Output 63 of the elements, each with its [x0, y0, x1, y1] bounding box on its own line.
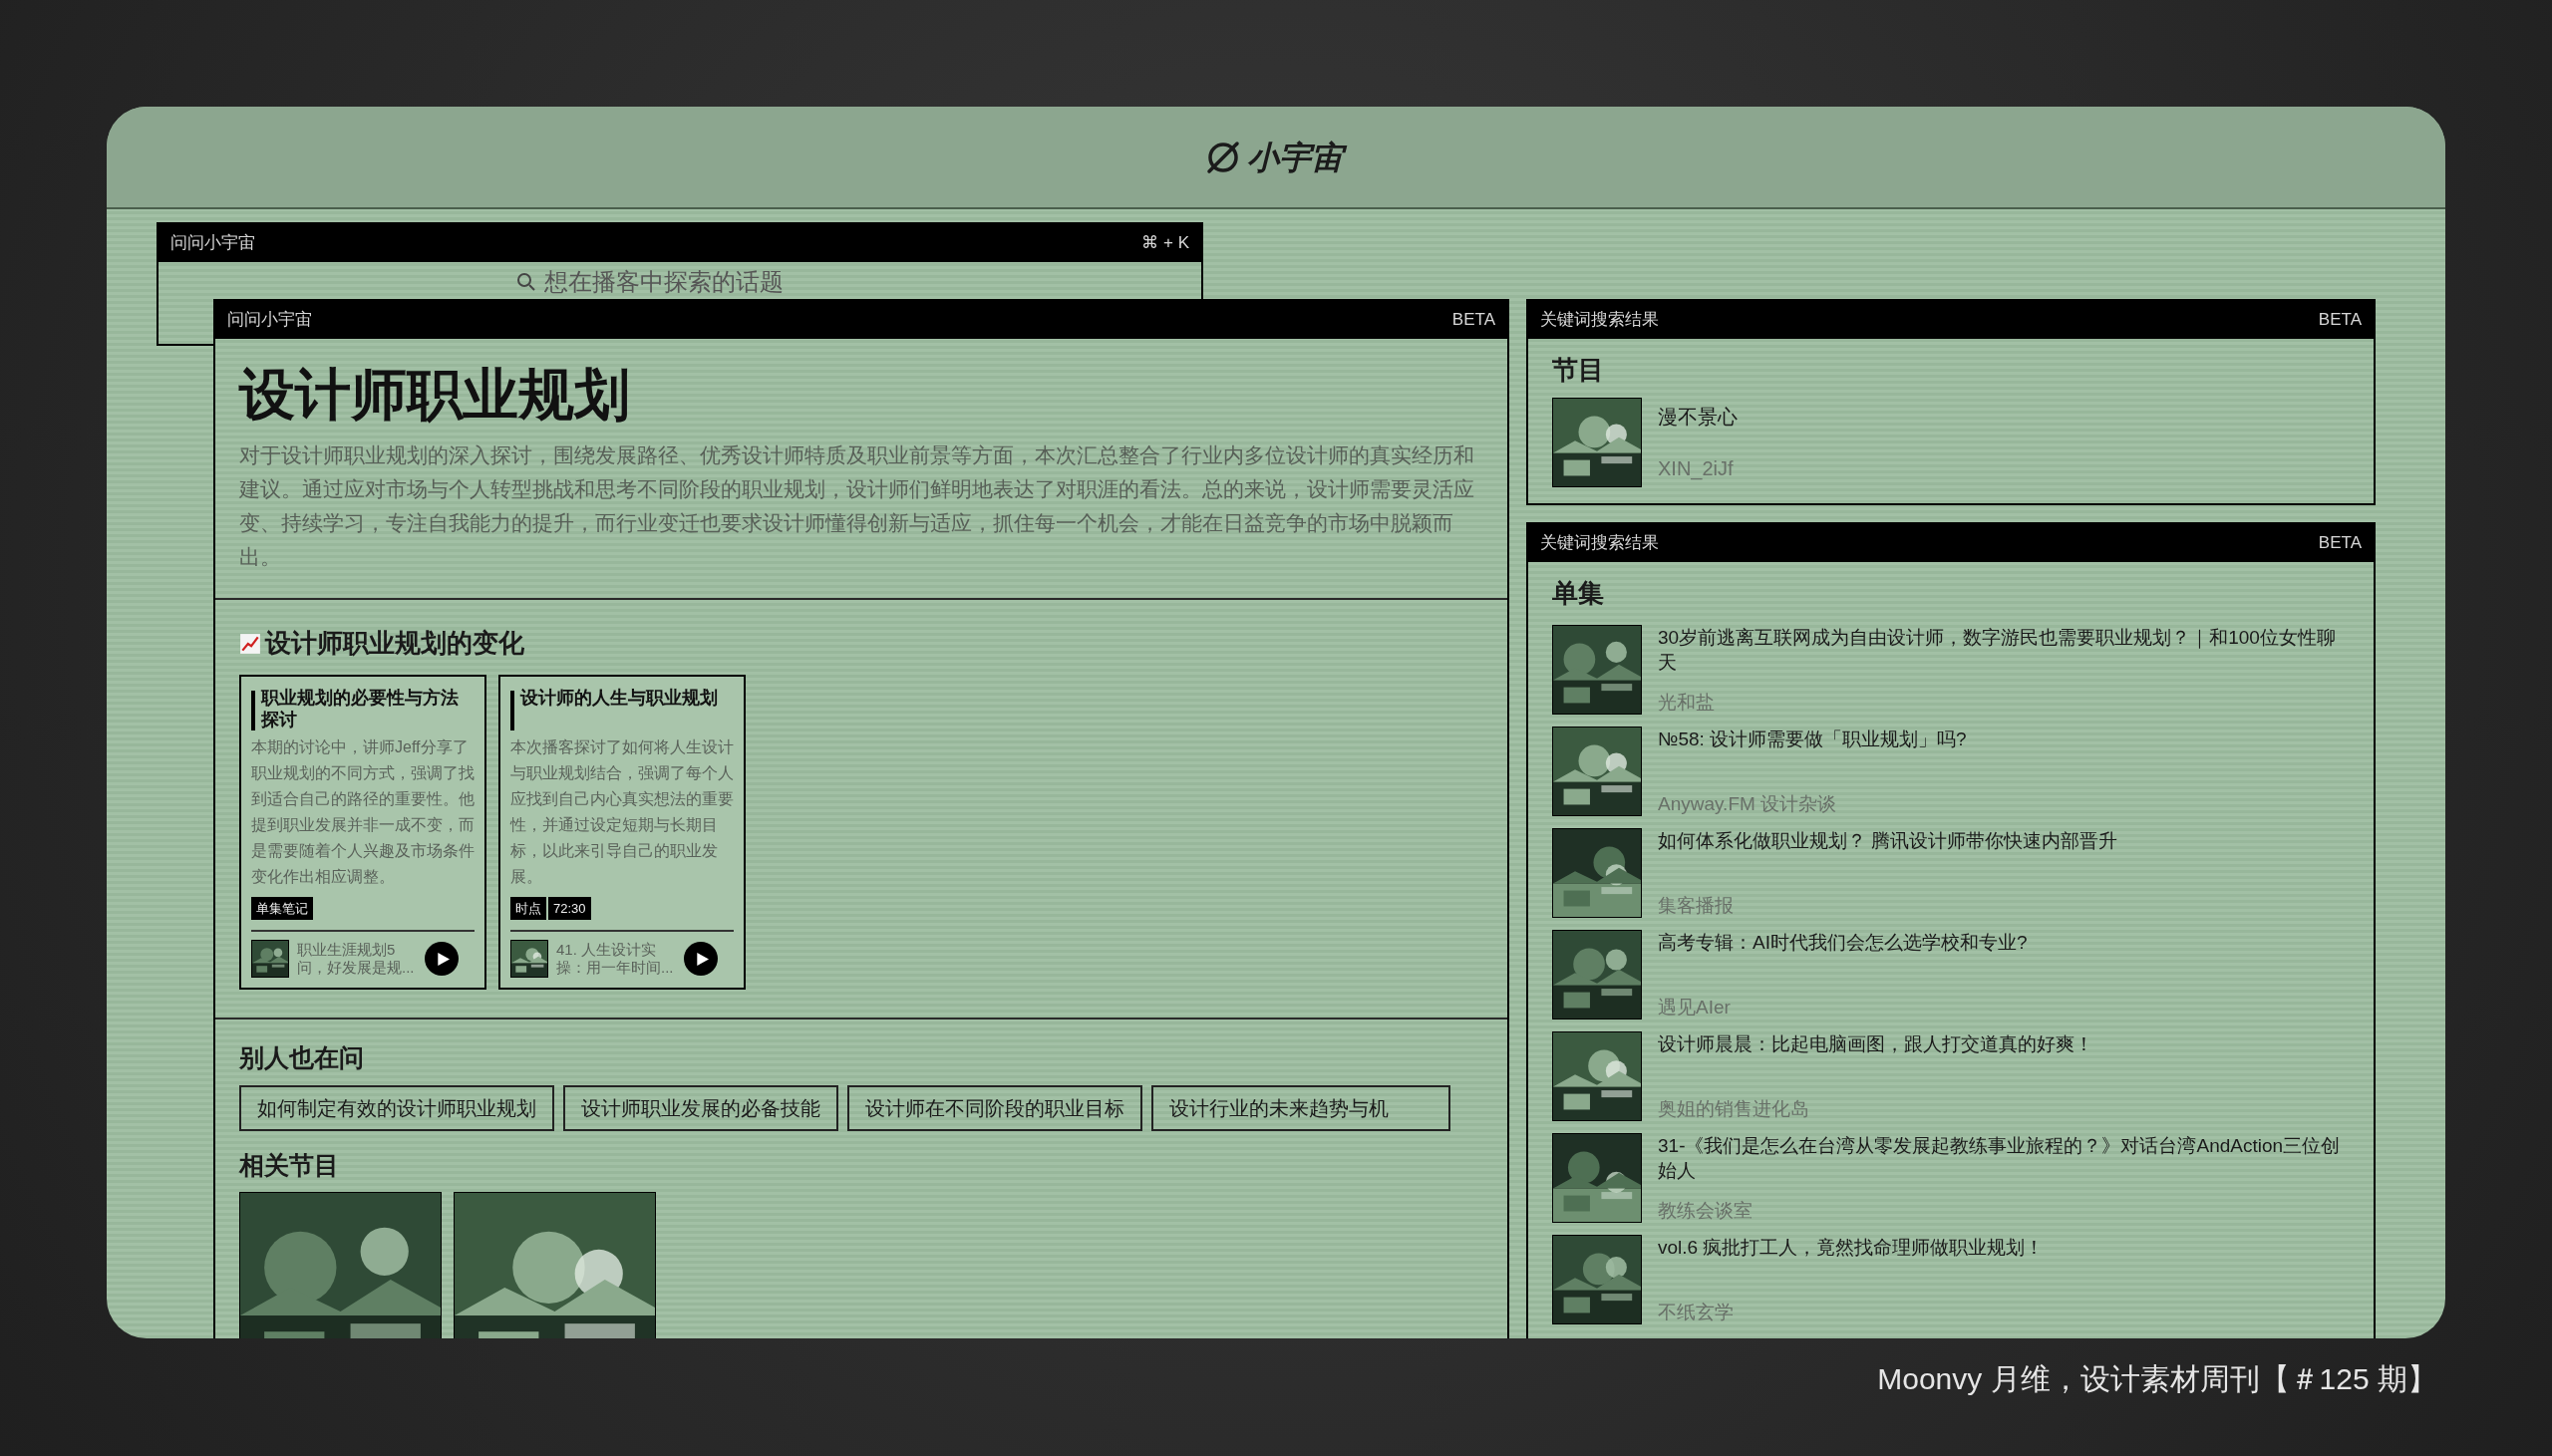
card-tag: 72:30 [548, 896, 591, 920]
card-title: 职业规划的必要性与方法探讨 [261, 687, 460, 730]
episode-title: 设计师晨晨：比起电脑画图，跟人打交道真的好爽！ [1658, 1032, 2094, 1056]
window-title: 问问小宇宙 [227, 309, 312, 332]
beta-label: BETA [1451, 309, 1495, 332]
play-button[interactable] [425, 942, 459, 976]
episode-title: vol.6 疯批打工人，竟然找命理师做职业规划！ [1658, 1236, 2046, 1260]
episode-item[interactable]: 31-《我们是怎么在台湾从零发展起教练事业旅程的？》对话台湾AndAction三位创始人 教练会谈室 [1552, 1133, 2350, 1223]
play-icon [437, 952, 450, 966]
episode-title: 30岁前逃离互联网成为自由设计师，数字游民也需要职业规划？｜和100位女性聊天 [1658, 626, 2337, 675]
episode-item[interactable]: 高考专辑：AI时代我们会怎么选学校和专业? 遇见AIer [1552, 930, 2350, 1019]
topic-summary: 对于设计师职业规划的深入探讨，围绕发展路径、优秀设计师特质及职业前景等方面，本次汇总整合了行业内多位设计师的真实经历和建议。通过应对市场与个人转型挑战和思考不同阶段的职业规划，设计师们鲜明地表达了对职涯的看法。总的来说，设计师需要灵活应变、持续学习，专注自我能力的提升，而行业变迁也要求设计师懂得创新与适应，抓住每一个机会，才能在日益竞争的市场中脱颖而出。 [239, 442, 1475, 570]
footer-caption: Moonvy 月维，设计素材周刊【＃125 期】 [1877, 1361, 2437, 1397]
card-description: 本期的讨论中，讲师Jeff分享了职业规划的不同方式，强调了找到适合自己的路径的重要性。他提到职业发展并非一成不变，而是需要随着个人兴趣及市场条件变化作出相应调整。 [251, 737, 475, 887]
program-author: XIN_2iJf [1658, 456, 1735, 482]
window-title: 问问小宇宙 [170, 232, 255, 255]
episode-item[interactable]: 30岁前逃离互联网成为自由设计师，数字游民也需要职业规划？｜和100位女性聊天 光和盐 [1552, 625, 2350, 715]
question-chip[interactable]: 设计行业的未来趋势与机 [1151, 1084, 1450, 1131]
app-logo-text: 小宇宙 [1247, 135, 1349, 179]
section-title: 节目 [1552, 354, 1605, 387]
card-tag: 单集笔记 [251, 896, 313, 920]
section-title: 相关节目 [239, 1149, 340, 1181]
insight-card[interactable]: 设计师的人生与职业规划 本次播客探讨了如何将人生设计与职业规划结合，强调了每个人应找到自己内心真实想法的重要性，并通过设定短期与长期目标，以此来引导自己的职业发展。 时点 72:30 41. 人生设计实操：用一年时间... [498, 675, 746, 990]
topic-heading: 设计师职业规划 [239, 362, 631, 428]
card-tag: 时点 [510, 896, 546, 920]
beta-label: BETA [2318, 309, 2362, 332]
play-button[interactable] [684, 942, 718, 976]
episode-item[interactable]: vol.6 疯批打工人，竟然找命理师做职业规划！ 不纸玄学 [1552, 1235, 2350, 1324]
question-chip[interactable]: 设计师职业发展的必备技能 [563, 1084, 838, 1131]
question-chip[interactable]: 如何制定有效的设计师职业规划 [239, 1084, 554, 1131]
podcast-name: 不纸玄学 [1658, 1301, 1735, 1324]
episode-title: №58: 设计师需要做「职业规划」吗? [1658, 728, 1968, 751]
play-icon [696, 952, 709, 966]
card-title: 设计师的人生与职业规划 [520, 687, 718, 710]
section-title: 单集 [1552, 577, 1605, 610]
trend-chart-icon [239, 632, 261, 655]
episode-item[interactable]: №58: 设计师需要做「职业规划」吗? Anyway.FM 设计杂谈 [1552, 727, 2350, 816]
episode-item[interactable]: 如何体系化做职业规划？ 腾讯设计师带你快速内部晋升 集客播报 [1552, 828, 2350, 918]
program-title: 漫不景心 [1658, 405, 1738, 430]
window-title: 关键词搜索结果 [1540, 532, 1659, 555]
episode-title: 31-《我们是怎么在台湾从零发展起教练事业旅程的？》对话台湾AndAction三位创始人 [1658, 1134, 2342, 1183]
podcast-name: 教练会谈室 [1658, 1199, 1754, 1223]
podcast-name: 奥姐的销售进化岛 [1658, 1097, 1810, 1121]
shortcut-label: ⌘ + K [1141, 232, 1189, 255]
window-title: 关键词搜索结果 [1540, 309, 1659, 332]
episode-title: 41. 人生设计实操：用一年时间... [556, 941, 675, 977]
podcast-name: 光和盐 [1658, 691, 1716, 715]
search-field[interactable]: 想在播客中探索的话题 [516, 266, 843, 298]
card-description: 本次播客探讨了如何将人生设计与职业规划结合，强调了每个人应找到自己内心真实想法的重要性，并通过设定短期与长期目标，以此来引导自己的职业发展。 [510, 737, 734, 887]
section-title: 设计师职业规划的变化 [265, 627, 524, 660]
question-chip[interactable]: 设计师在不同阶段的职业目标 [847, 1084, 1142, 1131]
section-title: 别人也在问 [239, 1042, 365, 1073]
episode-title: 如何体系化做职业规划？ 腾讯设计师带你快速内部晋升 [1658, 829, 2119, 853]
podcast-name: 遇见AIer [1658, 996, 1732, 1019]
program-item[interactable]: 漫不景心 XIN_2iJf [1552, 398, 2350, 487]
podcast-name: Anyway.FM 设计杂谈 [1658, 792, 1838, 816]
episode-title: 职业生涯规划5问，好发展是规... [297, 941, 416, 977]
insight-card[interactable]: 职业规划的必要性与方法探讨 本期的讨论中，讲师Jeff分享了职业规划的不同方式，强调了找到适合自己的路径的重要性。他提到职业发展并非一成不变，而是需要随着个人兴趣及市场条件变化作出相应调整。 单集笔记 职业生涯规划5问，好发展是规... [239, 675, 486, 990]
podcast-name: 集客播报 [1658, 894, 1735, 918]
episode-title: 高考专辑：AI时代我们会怎么选学校和专业? [1658, 931, 2029, 955]
search-icon [516, 272, 536, 292]
beta-label: BETA [2318, 532, 2362, 555]
episode-item[interactable]: 设计师晨晨：比起电脑画图，跟人打交道真的好爽！ 奥姐的销售进化岛 [1552, 1031, 2350, 1121]
